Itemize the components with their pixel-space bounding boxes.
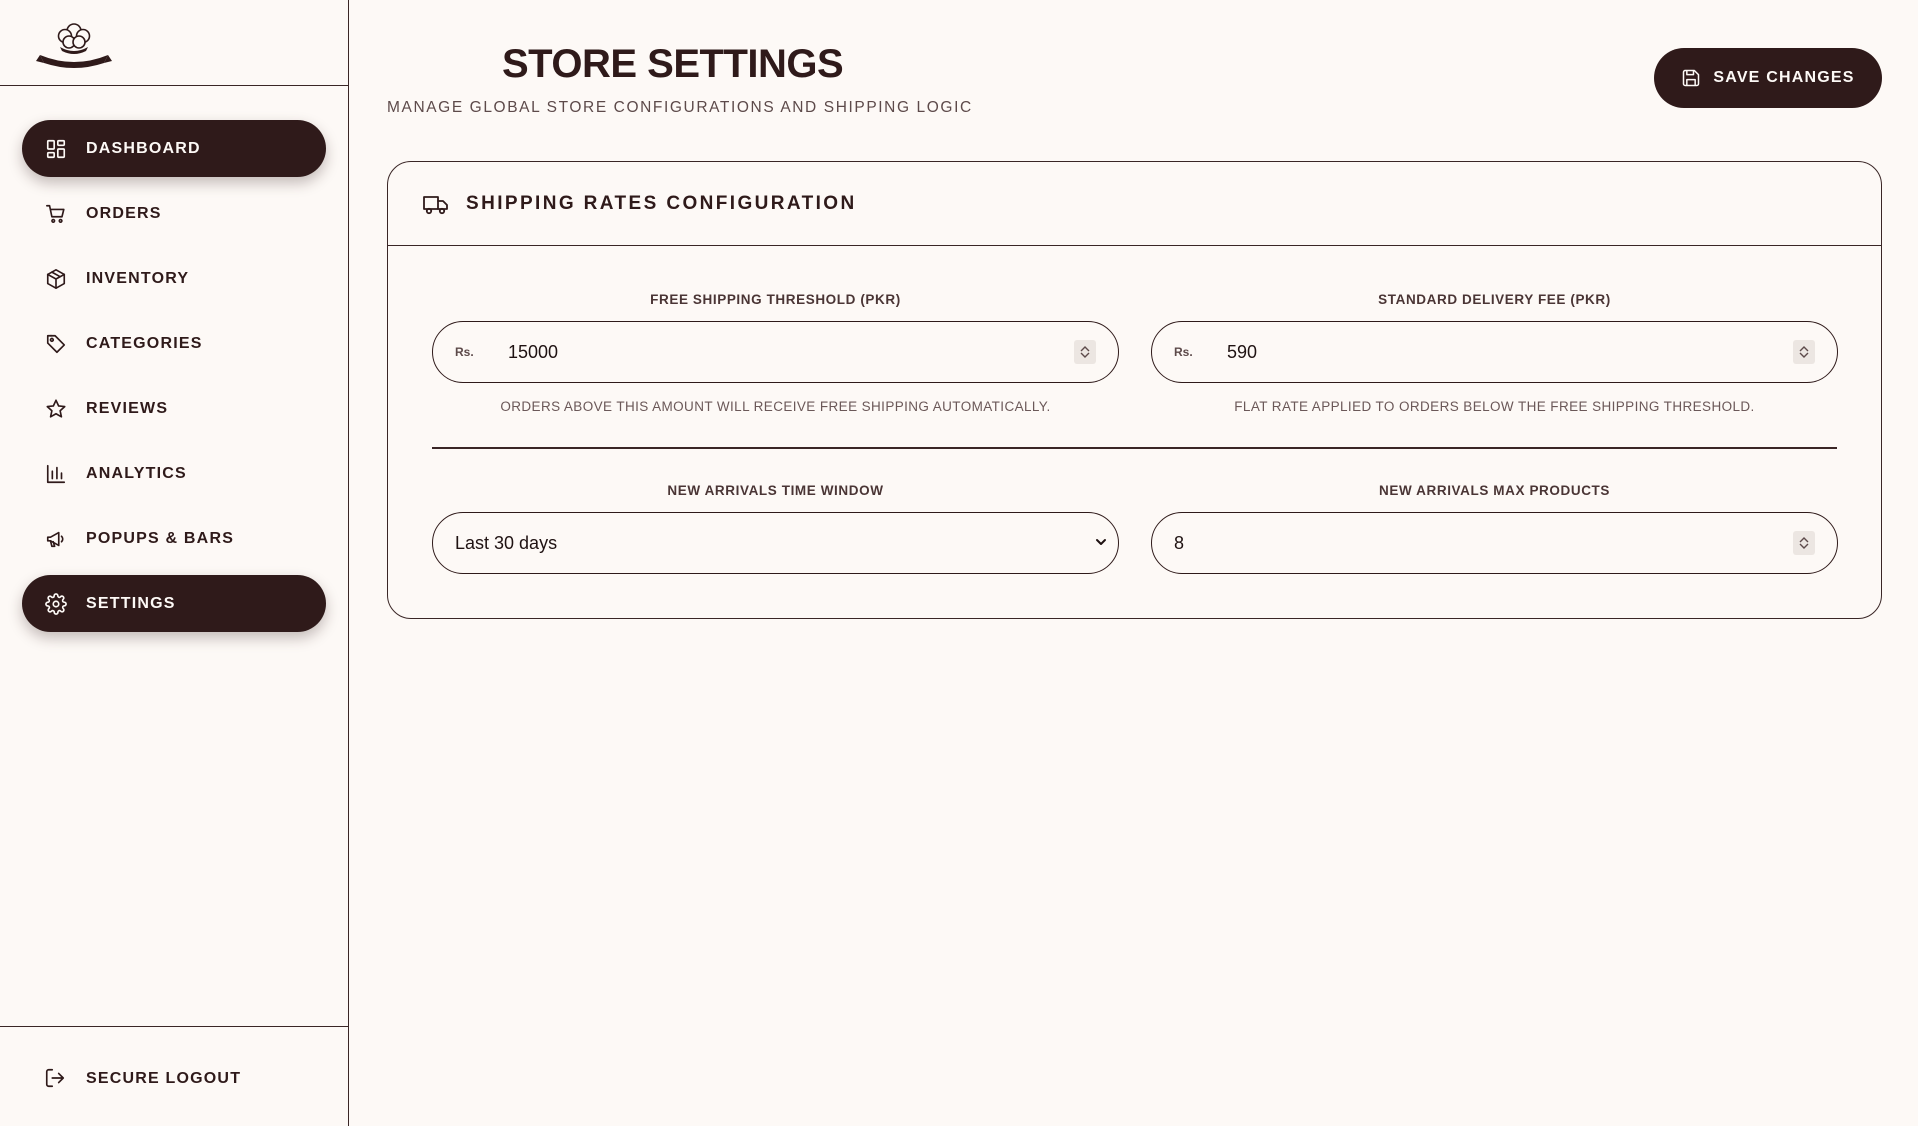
cart-icon xyxy=(44,202,68,226)
number-stepper[interactable] xyxy=(1793,340,1815,364)
save-icon xyxy=(1683,69,1700,87)
free-shipping-value: 15000 xyxy=(508,341,559,362)
tag-icon xyxy=(44,332,68,356)
currency-prefix: Rs. xyxy=(455,345,474,359)
free-shipping-label: FREE SHIPPING THRESHOLD (PKR) xyxy=(650,292,901,307)
time-window-value: Last 30 days xyxy=(455,532,558,553)
sidebar-item-inventory[interactable]: INVENTORY xyxy=(22,250,326,307)
sidebar-item-label: REVIEWS xyxy=(86,399,169,417)
shipping-rates-card: SHIPPING RATES CONFIGURATION FREE SHIPPI… xyxy=(387,161,1882,619)
save-changes-button[interactable]: SAVE CHANGES xyxy=(1654,48,1882,108)
sidebar-item-popups-bars[interactable]: POPUPS & BARS xyxy=(22,510,326,567)
sidebar-item-label: POPUPS & BARS xyxy=(86,529,235,547)
currency-prefix: Rs. xyxy=(1174,345,1193,359)
megaphone-icon xyxy=(44,527,68,551)
sidebar-item-label: CATEGORIES xyxy=(86,334,203,352)
sidebar-item-analytics[interactable]: ANALYTICS xyxy=(22,445,326,502)
chevron-down-icon xyxy=(1799,352,1809,358)
section-divider xyxy=(432,447,1837,449)
page-subtitle: MANAGE GLOBAL STORE CONFIGURATIONS AND S… xyxy=(387,99,973,116)
free-shipping-help: ORDERS ABOVE THIS AMOUNT WILL RECEIVE FR… xyxy=(500,399,1051,414)
sidebar-item-label: ORDERS xyxy=(86,204,162,222)
delivery-fee-field: STANDARD DELIVERY FEE (PKR) Rs. 590 FLAT… xyxy=(1151,292,1838,414)
sidebar-item-reviews[interactable]: REVIEWS xyxy=(22,380,326,437)
chevron-up-icon xyxy=(1799,537,1809,543)
chevron-up-icon xyxy=(1799,346,1809,352)
sidebar-item-label: ANALYTICS xyxy=(86,464,187,482)
sidebar-nav: DASHBOARD ORDERS INVENTORY CATEGORIES RE… xyxy=(0,86,348,632)
logout-label: SECURE LOGOUT xyxy=(86,1069,242,1087)
save-changes-label: SAVE CHANGES xyxy=(1713,69,1855,86)
sidebar-footer: SECURE LOGOUT xyxy=(0,1026,348,1126)
gear-icon xyxy=(44,592,68,616)
chevron-up-icon xyxy=(1080,346,1090,352)
chevron-down-icon xyxy=(1094,535,1110,551)
page-title: STORE SETTINGS xyxy=(502,42,844,86)
delivery-fee-input[interactable]: Rs. 590 xyxy=(1151,321,1838,383)
secure-logout-button[interactable]: SECURE LOGOUT xyxy=(0,1027,348,1126)
bar-chart-icon xyxy=(44,462,68,486)
delivery-fee-help: FLAT RATE APPLIED TO ORDERS BELOW THE FR… xyxy=(1234,399,1755,414)
max-products-value: 8 xyxy=(1174,532,1185,553)
time-window-label: NEW ARRIVALS TIME WINDOW xyxy=(667,483,884,498)
brand-logo[interactable] xyxy=(36,17,112,69)
sidebar-item-label: SETTINGS xyxy=(86,594,176,612)
delivery-fee-value: 590 xyxy=(1227,341,1258,362)
truck-icon xyxy=(423,195,448,214)
dashboard-icon xyxy=(44,137,68,161)
time-window-field: NEW ARRIVALS TIME WINDOW Last 30 days xyxy=(432,483,1119,574)
free-shipping-input[interactable]: Rs. 15000 xyxy=(432,321,1119,383)
sidebar-item-label: INVENTORY xyxy=(86,269,190,287)
chevron-down-icon xyxy=(1799,543,1809,549)
sidebar-item-settings[interactable]: SETTINGS xyxy=(22,575,326,632)
logout-icon xyxy=(44,1067,68,1091)
max-products-input[interactable]: 8 xyxy=(1151,512,1838,574)
sidebar-item-dashboard[interactable]: DASHBOARD xyxy=(22,120,326,177)
card-title: SHIPPING RATES CONFIGURATION xyxy=(466,192,857,214)
sidebar-item-orders[interactable]: ORDERS xyxy=(22,185,326,242)
max-products-label: NEW ARRIVALS MAX PRODUCTS xyxy=(1379,483,1610,498)
sidebar: DASHBOARD ORDERS INVENTORY CATEGORIES RE… xyxy=(0,0,349,1126)
chevron-down-icon xyxy=(1080,352,1090,358)
box-icon xyxy=(44,267,68,291)
star-icon xyxy=(44,397,68,421)
number-stepper[interactable] xyxy=(1074,340,1096,364)
delivery-fee-label: STANDARD DELIVERY FEE (PKR) xyxy=(1378,292,1611,307)
sidebar-item-label: DASHBOARD xyxy=(86,139,201,157)
time-window-select[interactable]: Last 30 days xyxy=(432,512,1119,574)
number-stepper[interactable] xyxy=(1793,531,1815,555)
free-shipping-field: FREE SHIPPING THRESHOLD (PKR) Rs. 15000 … xyxy=(432,292,1119,414)
max-products-field: NEW ARRIVALS MAX PRODUCTS 8 xyxy=(1151,483,1838,574)
card-header: SHIPPING RATES CONFIGURATION xyxy=(388,162,1881,246)
sidebar-item-categories[interactable]: CATEGORIES xyxy=(22,315,326,372)
logo-area xyxy=(0,0,348,86)
